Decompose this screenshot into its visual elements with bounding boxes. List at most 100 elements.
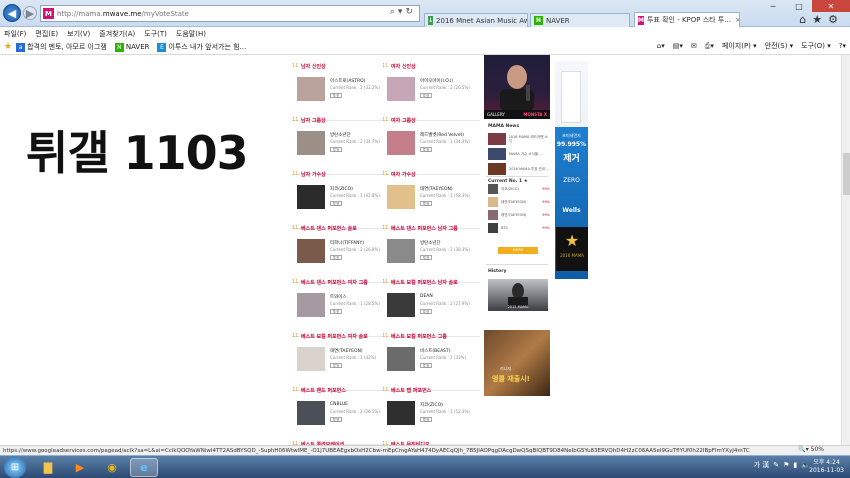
mama-star-ad[interactable]: ★ 2016 MAMA xyxy=(556,227,588,271)
tools-menu[interactable]: 도구(O) ▾ xyxy=(801,41,831,51)
artist-thumbnail[interactable] xyxy=(387,293,415,317)
search-refresh-icons[interactable]: ⌕▾↻ xyxy=(390,7,416,17)
favorite-label: 이투스 내가 앞서가는 힘... xyxy=(168,43,247,51)
news-item[interactable]: 2016 MAMA 투표 안내 ... xyxy=(488,162,550,176)
vote-button[interactable]: 투표 xyxy=(330,201,342,206)
banner-right-label: MONSTA X xyxy=(523,112,547,117)
vote-button[interactable]: 투표 xyxy=(420,93,432,98)
vote-button[interactable]: 투표 xyxy=(420,201,432,206)
current-item[interactable]: 지코(ZICO) 99% xyxy=(488,183,550,195)
network-icon[interactable]: ▮ xyxy=(793,461,797,469)
current-item[interactable]: BTS 99% xyxy=(488,222,550,234)
artist-name: 방탄소년단 xyxy=(420,241,441,246)
pen-icon[interactable]: ✎ xyxy=(773,461,779,469)
vote-button[interactable]: 투표 xyxy=(330,255,342,260)
current-item[interactable]: 태연(TAEYEON) 99% xyxy=(488,196,550,208)
artist-thumbnail[interactable] xyxy=(297,77,325,101)
artist-thumbnail[interactable] xyxy=(297,131,325,155)
category-row: 11 베스트 보컬 퍼포먼스 여자 솔로 태연(TAEYEON) Current Ra… xyxy=(292,329,480,391)
start-button[interactable]: ⊞ xyxy=(4,457,26,478)
mail-icon[interactable]: ✉ xyxy=(691,42,697,50)
artist-thumbnail[interactable] xyxy=(297,401,325,425)
favorite-item-etoos[interactable]: E 이투스 내가 앞서가는 힘... xyxy=(157,42,246,52)
help-icon[interactable]: ?▾ xyxy=(839,42,846,50)
system-clock[interactable]: 오후 4:24 2016-11-03 xyxy=(809,459,844,475)
web-page: 튀갤 1103 11 남자 신인상 아스트로(ASTRO) Current Rank … xyxy=(0,55,850,445)
flag-icon[interactable]: ⚑ xyxy=(783,461,789,469)
home-command-icon[interactable]: ⌂▾ xyxy=(657,42,665,50)
category-number: 11 xyxy=(382,171,389,177)
lineage-ad[interactable]: 리니지 앵콜 재출시! xyxy=(484,330,550,396)
safety-menu[interactable]: 안전(S) ▾ xyxy=(765,41,794,51)
vertical-scrollbar[interactable] xyxy=(841,55,850,445)
menu-edit[interactable]: 편집(E) xyxy=(35,29,58,39)
menu-view[interactable]: 보기(V) xyxy=(67,29,90,39)
vote-button[interactable]: 투표 xyxy=(420,309,432,314)
artist-thumbnail[interactable] xyxy=(297,185,325,209)
scrollbar-thumb[interactable] xyxy=(843,153,850,195)
vote-button[interactable]: 투표 xyxy=(420,147,432,152)
tab-naver[interactable]: N NAVER xyxy=(530,13,630,27)
page-menu[interactable]: 페이지(P) ▾ xyxy=(722,41,757,51)
close-window-button[interactable]: ✕ xyxy=(812,0,850,12)
news-item[interactable]: 2016 MAMA 레드카펫 소식 xyxy=(488,132,550,146)
taskbar-internet-explorer[interactable]: e xyxy=(130,458,158,477)
more-button[interactable]: MORE xyxy=(498,247,538,254)
taskbar-chrome[interactable]: ◉ xyxy=(98,458,126,477)
back-button[interactable]: ◀ xyxy=(3,4,21,22)
current-item[interactable]: 태연(TAEYEON) 99% xyxy=(488,209,550,221)
forward-button[interactable]: ▶ xyxy=(23,6,37,20)
taskbar-explorer[interactable]: ▇ xyxy=(34,458,62,477)
artist-thumbnail[interactable] xyxy=(387,77,415,101)
favorite-item-amor[interactable]: a 합격의 멘토, 아모르 이그잼 xyxy=(16,42,107,52)
vote-button[interactable]: 투표 xyxy=(330,93,342,98)
vote-button[interactable]: 투표 xyxy=(420,255,432,260)
vote-button[interactable]: 투표 xyxy=(420,417,432,422)
artist-thumbnail[interactable] xyxy=(297,293,325,317)
vote-button[interactable]: 투표 xyxy=(330,417,342,422)
menu-favorites[interactable]: 즐겨찾기(A) xyxy=(99,29,135,39)
artist-thumbnail[interactable] xyxy=(387,347,415,371)
vote-button[interactable]: 투표 xyxy=(330,309,342,314)
minimize-button[interactable]: ─ xyxy=(760,0,786,12)
tab-vote-check[interactable]: M 투표 확인 - KPOP 스타 투... × xyxy=(634,12,740,27)
feed-icon[interactable]: ▤▾ xyxy=(673,42,683,50)
close-tab-icon[interactable]: × xyxy=(731,16,739,24)
category-number: 11 xyxy=(292,387,299,393)
tab-mnet[interactable]: ↓ 2016 Mnet Asian Music Awar... xyxy=(424,13,528,27)
print-icon[interactable]: ⎙▾ xyxy=(705,42,714,51)
favorites-star-icon[interactable]: ★ xyxy=(4,42,12,52)
artist-thumbnail[interactable] xyxy=(297,347,325,371)
home-icon[interactable]: ⌂ xyxy=(799,13,812,26)
artist-thumbnail[interactable] xyxy=(297,239,325,263)
artist-thumbnail[interactable] xyxy=(387,131,415,155)
current-pct: 99% xyxy=(542,200,550,204)
news-item[interactable]: MAMA 가수 소식을 ... xyxy=(488,147,550,161)
gallery-banner[interactable]: GALLERY MONSTA X xyxy=(484,55,550,119)
ime-indicator[interactable]: 가 漢 xyxy=(754,460,770,470)
menu-help[interactable]: 도움말(H) xyxy=(176,29,206,39)
history-banner[interactable]: 2015 MAMA xyxy=(488,279,548,311)
category-name: 남자 신인상 xyxy=(301,64,326,70)
category-number: 11 xyxy=(382,387,389,393)
menu-tools[interactable]: 도구(T) xyxy=(144,29,167,39)
settings-gear-icon[interactable]: ⚙ xyxy=(828,13,844,26)
category-row: 11 베스트 댄스 퍼포먼스 솔로 티파니(TIFFANY) Current Rank… xyxy=(292,221,480,283)
maximize-button[interactable]: □ xyxy=(786,0,812,12)
taskbar-media-player[interactable]: ▶ xyxy=(66,458,94,477)
address-bar[interactable]: M http://mama.mwave.me/myVoteState ⌕▾↻ xyxy=(40,5,420,22)
zoom-level[interactable]: 🔍▾ 50% xyxy=(798,446,824,453)
favorites-star-icon[interactable]: ★ xyxy=(812,13,828,26)
divider xyxy=(486,264,548,265)
artist-photo-icon xyxy=(500,65,534,111)
vote-button[interactable]: 투표 xyxy=(330,147,342,152)
chrome-icon: ◉ xyxy=(107,461,117,474)
current-rank: Current Rank : 2 (26.5%) xyxy=(330,409,380,414)
artist-thumbnail[interactable] xyxy=(387,239,415,263)
artist-thumbnail[interactable] xyxy=(387,185,415,209)
menu-file[interactable]: 파일(F) xyxy=(4,29,26,39)
vote-button[interactable]: 투표 xyxy=(420,363,432,368)
favorite-item-naver[interactable]: N NAVER xyxy=(114,42,149,52)
vote-button[interactable]: 투표 xyxy=(330,363,342,368)
artist-thumbnail[interactable] xyxy=(387,401,415,425)
